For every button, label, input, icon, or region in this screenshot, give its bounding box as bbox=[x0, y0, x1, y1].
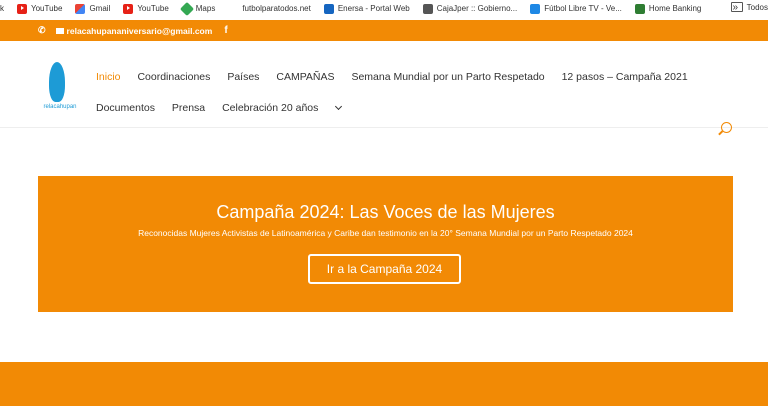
nav-item-inicio[interactable]: Inicio bbox=[96, 62, 121, 93]
phone-icon[interactable]: ✆ bbox=[38, 25, 46, 36]
folder-icon bbox=[730, 2, 743, 12]
chevron-down-icon bbox=[335, 102, 343, 111]
bookmarks-bar: k YouTube Gmail YouTube Maps futbolparat… bbox=[0, 0, 768, 17]
home-banking-icon bbox=[634, 3, 645, 14]
bookmark-enersa[interactable]: Enersa - Portal Web bbox=[323, 3, 410, 14]
bookmark-futbol-libre[interactable]: Fútbol Libre TV - Ve... bbox=[530, 3, 622, 14]
youtube-icon bbox=[123, 3, 134, 14]
main-nav: Inicio Coordinaciones Países CAMPAÑAS Se… bbox=[96, 62, 736, 124]
bookmark-k[interactable]: k bbox=[0, 4, 4, 13]
nav-item-coordinaciones[interactable]: Coordinaciones bbox=[137, 62, 210, 93]
bookmark-cajajper[interactable]: CajaJper :: Gobierno... bbox=[422, 3, 517, 14]
blank-icon bbox=[228, 4, 238, 14]
youtube-icon bbox=[17, 3, 27, 14]
nav-item-12-pasos[interactable]: 12 pasos – Campaña 2021 bbox=[562, 62, 688, 93]
gmail-icon bbox=[75, 3, 86, 14]
maps-icon bbox=[179, 1, 194, 16]
bookmark-youtube-2[interactable]: YouTube bbox=[123, 3, 169, 14]
contact-email[interactable]: relacahupananiversario@gmail.com bbox=[67, 26, 213, 36]
caja-icon bbox=[422, 3, 433, 14]
campaign-button[interactable]: Ir a la Campaña 2024 bbox=[308, 254, 461, 284]
bookmark-youtube[interactable]: YouTube bbox=[17, 3, 62, 14]
bookmark-maps[interactable]: Maps bbox=[179, 1, 215, 16]
logo-figure-icon bbox=[49, 62, 65, 102]
nav-item-celebracion[interactable]: Celebración 20 años bbox=[222, 93, 355, 124]
search-icon[interactable] bbox=[721, 122, 732, 133]
mail-icon bbox=[55, 27, 64, 34]
bookmark-home-banking[interactable]: Home Banking bbox=[634, 3, 701, 14]
all-bookmarks-button[interactable]: Todos bbox=[730, 2, 768, 12]
banner-title: Campaña 2024: Las Voces de las Mujeres bbox=[216, 202, 555, 222]
campaign-banner: Campaña 2024: Las Voces de las Mujeres R… bbox=[38, 176, 733, 312]
bookmark-gmail[interactable]: Gmail bbox=[75, 3, 110, 14]
nav-item-documentos[interactable]: Documentos bbox=[96, 93, 155, 124]
site-logo[interactable]: relacahupan bbox=[39, 62, 81, 110]
nav-item-semana-mundial[interactable]: Semana Mundial por un Parto Respetado bbox=[351, 62, 544, 93]
contact-info: ✆ relacahupananiversario@gmail.com f bbox=[38, 25, 228, 36]
enersa-icon bbox=[323, 3, 334, 14]
banner-subtitle: Reconocidas Mujeres Activistas de Latino… bbox=[138, 228, 633, 238]
logo-text: relacahupan bbox=[43, 104, 77, 110]
futbol-libre-icon bbox=[530, 3, 541, 14]
facebook-icon[interactable]: f bbox=[224, 25, 227, 36]
bottom-orange-band bbox=[0, 362, 768, 406]
nav-item-campanas[interactable]: CAMPAÑAS bbox=[276, 62, 334, 93]
nav-item-prensa[interactable]: Prensa bbox=[172, 93, 205, 124]
nav-item-paises[interactable]: Países bbox=[227, 62, 259, 93]
bookmark-futbolparatodos[interactable]: futbolparatodos.net bbox=[228, 4, 311, 14]
